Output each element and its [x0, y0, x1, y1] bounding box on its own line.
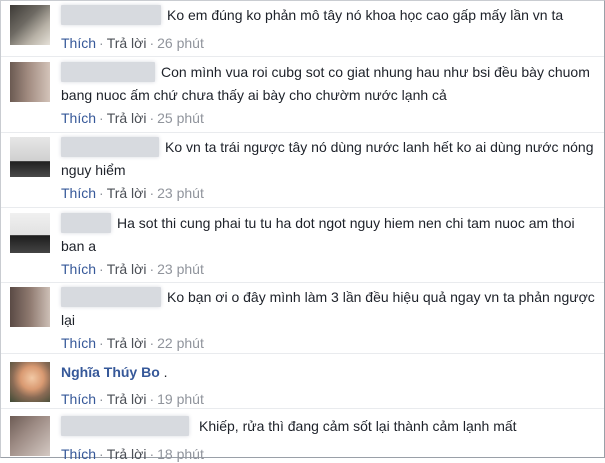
- comment-time[interactable]: 26 phút: [157, 35, 204, 51]
- avatar[interactable]: [10, 62, 50, 102]
- like-link[interactable]: Thích: [61, 261, 96, 277]
- comment-actions: Thích · Trả lời · 25 phút: [61, 109, 204, 127]
- comment-list: Ko em đúng ko phản mô tây nó khoa học ca…: [0, 0, 605, 462]
- comment-time[interactable]: 23 phút: [157, 261, 204, 277]
- comment-actions: Thích · Trả lời · 18 phút: [61, 445, 204, 463]
- separator: ·: [149, 185, 155, 201]
- separator: ·: [149, 335, 155, 351]
- separator: ·: [99, 185, 104, 201]
- separator: ·: [149, 446, 155, 462]
- like-link[interactable]: Thích: [61, 185, 96, 201]
- avatar[interactable]: [10, 137, 50, 177]
- separator: ·: [99, 335, 104, 351]
- comment-body: .: [163, 364, 168, 380]
- comment-item: Ko bạn ơi o đây mình làm 3 lần đều hiệu …: [1, 283, 604, 353]
- like-link[interactable]: Thích: [61, 391, 96, 407]
- comment-text: Ko bạn ơi o đây mình làm 3 lần đều hiệu …: [61, 289, 599, 328]
- separator: ·: [149, 110, 155, 126]
- reply-link[interactable]: Trả lời: [107, 261, 147, 277]
- comment-time[interactable]: 19 phút: [157, 391, 204, 407]
- reply-link[interactable]: Trả lời: [107, 35, 147, 51]
- separator: ·: [149, 261, 155, 277]
- comment-item: Ha sot thi cung phai tu tu ha dot ngot n…: [1, 208, 604, 283]
- comment-item: Nghĩa Thúy Bo . Thích · Trả lời · 19 phút: [1, 354, 604, 409]
- like-link[interactable]: Thích: [61, 446, 96, 462]
- avatar[interactable]: [10, 416, 50, 456]
- reply-link[interactable]: Trả lời: [107, 185, 147, 201]
- separator: ·: [99, 35, 104, 51]
- reply-link[interactable]: Trả lời: [107, 110, 147, 126]
- commenter-name[interactable]: Nghĩa Thúy Bo: [61, 364, 160, 380]
- reply-link[interactable]: Trả lời: [107, 335, 147, 351]
- comment-text: Con mình vua roi cubg sot co giat nhung …: [61, 64, 594, 103]
- comment-text: Khiếp, rửa thì đang cảm sốt lại thành cả…: [199, 418, 517, 434]
- comment-item: Ko em đúng ko phản mô tây nó khoa học ca…: [1, 1, 604, 56]
- reply-link[interactable]: Trả lời: [107, 446, 147, 462]
- comment-time[interactable]: 25 phút: [157, 110, 204, 126]
- comment-text: Ha sot thi cung phai tu tu ha dot ngot n…: [61, 215, 579, 254]
- comment-text: Ko em đúng ko phản mô tây nó khoa học ca…: [167, 7, 564, 23]
- separator: ·: [149, 391, 155, 407]
- comment-text: Nghĩa Thúy Bo .: [61, 361, 596, 384]
- comment-actions: Thích · Trả lời · 19 phút: [61, 390, 204, 408]
- separator: ·: [149, 35, 155, 51]
- separator: ·: [99, 261, 104, 277]
- like-link[interactable]: Thích: [61, 35, 96, 51]
- comment-actions: Thích · Trả lời · 23 phút: [61, 260, 204, 278]
- separator: ·: [99, 110, 104, 126]
- like-link[interactable]: Thích: [61, 335, 96, 351]
- comment-item: Con mình vua roi cubg sot co giat nhung …: [1, 57, 604, 132]
- avatar[interactable]: [10, 362, 50, 402]
- comment-item: Khiếp, rửa thì đang cảm sốt lại thành cả…: [1, 409, 604, 462]
- like-link[interactable]: Thích: [61, 110, 96, 126]
- avatar[interactable]: [10, 5, 50, 45]
- comment-time[interactable]: 18 phút: [157, 446, 204, 462]
- comment-actions: Thích · Trả lời · 26 phút: [61, 34, 204, 52]
- comment-time[interactable]: 22 phút: [157, 335, 204, 351]
- comment-item: Ko vn ta trái ngược tây nó dùng nước lan…: [1, 133, 604, 208]
- separator: ·: [99, 446, 104, 462]
- avatar[interactable]: [10, 213, 50, 253]
- comment-time[interactable]: 23 phút: [157, 185, 204, 201]
- comment-actions: Thích · Trả lời · 22 phút: [61, 334, 204, 352]
- separator: ·: [99, 391, 104, 407]
- avatar[interactable]: [10, 287, 50, 327]
- comment-actions: Thích · Trả lời · 23 phút: [61, 184, 204, 202]
- reply-link[interactable]: Trả lời: [107, 391, 147, 407]
- comment-text: Ko vn ta trái ngược tây nó dùng nước lan…: [61, 139, 598, 178]
